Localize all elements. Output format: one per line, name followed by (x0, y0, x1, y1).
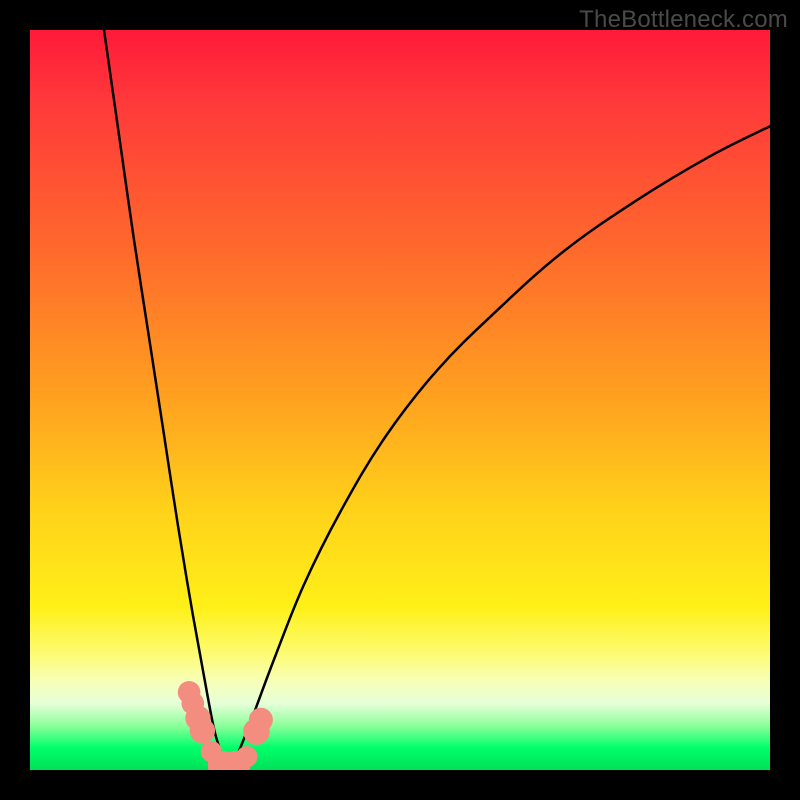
highlight-dots-layer (30, 30, 770, 770)
plot-area (30, 30, 770, 770)
highlight-dot (236, 746, 257, 767)
highlight-dot (190, 718, 215, 743)
chart-frame: TheBottleneck.com (0, 0, 800, 800)
highlight-dot (249, 708, 273, 732)
